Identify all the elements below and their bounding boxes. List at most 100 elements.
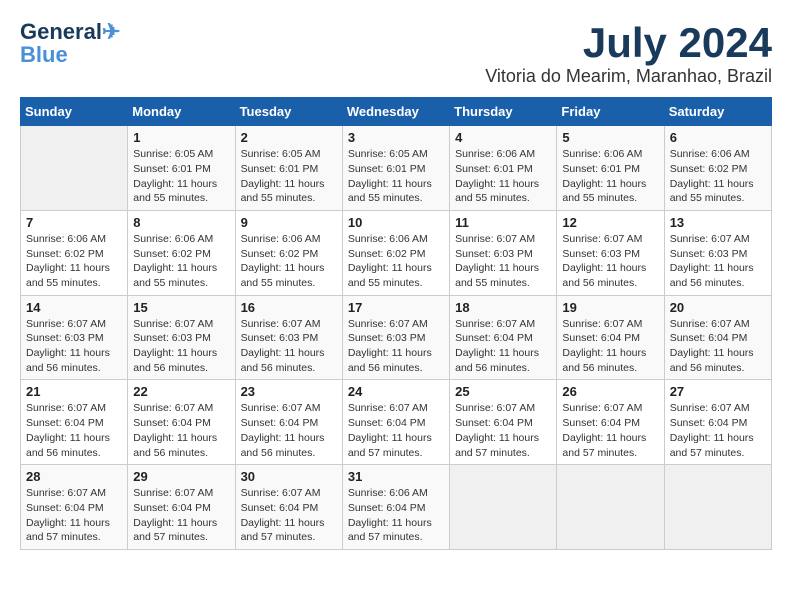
day-number: 27 <box>670 384 766 399</box>
day-number: 6 <box>670 130 766 145</box>
day-info: Sunrise: 6:07 AM Sunset: 6:03 PM Dayligh… <box>241 317 337 376</box>
day-info: Sunrise: 6:06 AM Sunset: 6:02 PM Dayligh… <box>670 147 766 206</box>
day-info: Sunrise: 6:06 AM Sunset: 6:02 PM Dayligh… <box>241 232 337 291</box>
calendar-cell: 10Sunrise: 6:06 AM Sunset: 6:02 PM Dayli… <box>342 210 449 295</box>
day-number: 16 <box>241 300 337 315</box>
day-number: 3 <box>348 130 444 145</box>
day-number: 31 <box>348 469 444 484</box>
calendar-cell: 9 Sunrise: 6:06 AM Sunset: 6:02 PM Daylig… <box>235 210 342 295</box>
day-number: 23 <box>241 384 337 399</box>
day-number: 13 <box>670 215 766 230</box>
calendar-cell: 2 Sunrise: 6:05 AM Sunset: 6:01 PM Daylig… <box>235 126 342 211</box>
day-number: 19 <box>562 300 658 315</box>
calendar-cell: 1 Sunrise: 6:05 AM Sunset: 6:01 PM Daylig… <box>128 126 235 211</box>
page-header: General✈ Blue July 2024 Vitoria do Meari… <box>20 20 772 87</box>
day-number: 28 <box>26 469 122 484</box>
calendar-cell: 8 Sunrise: 6:06 AM Sunset: 6:02 PM Daylig… <box>128 210 235 295</box>
header-tuesday: Tuesday <box>235 98 342 126</box>
day-info: Sunrise: 6:07 AM Sunset: 6:03 PM Dayligh… <box>670 232 766 291</box>
day-info: Sunrise: 6:07 AM Sunset: 6:04 PM Dayligh… <box>26 486 122 545</box>
calendar-week-1: 1 Sunrise: 6:05 AM Sunset: 6:01 PM Daylig… <box>21 126 772 211</box>
day-info: Sunrise: 6:07 AM Sunset: 6:04 PM Dayligh… <box>26 401 122 460</box>
calendar-cell: 28 Sunrise: 6:07 AM Sunset: 6:04 PM Dayli… <box>21 465 128 550</box>
day-info: Sunrise: 6:07 AM Sunset: 6:04 PM Dayligh… <box>670 401 766 460</box>
calendar-cell: 27 Sunrise: 6:07 AM Sunset: 6:04 PM Dayli… <box>664 380 771 465</box>
day-number: 21 <box>26 384 122 399</box>
calendar-cell: 3 Sunrise: 6:05 AM Sunset: 6:01 PM Daylig… <box>342 126 449 211</box>
calendar-cell <box>21 126 128 211</box>
day-number: 20 <box>670 300 766 315</box>
day-number: 1 <box>133 130 229 145</box>
calendar-cell: 22 Sunrise: 6:07 AM Sunset: 6:04 PM Dayli… <box>128 380 235 465</box>
calendar-table: SundayMondayTuesdayWednesdayThursdayFrid… <box>20 97 772 550</box>
day-info: Sunrise: 6:07 AM Sunset: 6:04 PM Dayligh… <box>455 317 551 376</box>
day-number: 25 <box>455 384 551 399</box>
day-info: Sunrise: 6:07 AM Sunset: 6:04 PM Dayligh… <box>348 401 444 460</box>
calendar-cell: 21 Sunrise: 6:07 AM Sunset: 6:04 PM Dayli… <box>21 380 128 465</box>
calendar-cell: 30 Sunrise: 6:07 AM Sunset: 6:04 PM Dayli… <box>235 465 342 550</box>
calendar-cell: 20Sunrise: 6:07 AM Sunset: 6:04 PM Dayli… <box>664 295 771 380</box>
day-number: 2 <box>241 130 337 145</box>
calendar-cell: 29Sunrise: 6:07 AM Sunset: 6:04 PM Dayli… <box>128 465 235 550</box>
calendar-cell <box>450 465 557 550</box>
header-wednesday: Wednesday <box>342 98 449 126</box>
calendar-cell: 15 Sunrise: 6:07 AM Sunset: 6:03 PM Dayli… <box>128 295 235 380</box>
day-info: Sunrise: 6:07 AM Sunset: 6:04 PM Dayligh… <box>133 486 229 545</box>
calendar-cell: 6 Sunrise: 6:06 AM Sunset: 6:02 PM Daylig… <box>664 126 771 211</box>
day-info: Sunrise: 6:07 AM Sunset: 6:03 PM Dayligh… <box>133 317 229 376</box>
day-number: 22 <box>133 384 229 399</box>
calendar-week-5: 28 Sunrise: 6:07 AM Sunset: 6:04 PM Dayli… <box>21 465 772 550</box>
calendar-week-2: 7 Sunrise: 6:06 AM Sunset: 6:02 PM Daylig… <box>21 210 772 295</box>
day-number: 11 <box>455 215 551 230</box>
day-info: Sunrise: 6:05 AM Sunset: 6:01 PM Dayligh… <box>133 147 229 206</box>
calendar-cell: 11 Sunrise: 6:07 AM Sunset: 6:03 PM Dayli… <box>450 210 557 295</box>
calendar-cell: 4Sunrise: 6:06 AM Sunset: 6:01 PM Daylig… <box>450 126 557 211</box>
day-info: Sunrise: 6:06 AM Sunset: 6:02 PM Dayligh… <box>133 232 229 291</box>
day-number: 8 <box>133 215 229 230</box>
day-number: 7 <box>26 215 122 230</box>
calendar-week-4: 21 Sunrise: 6:07 AM Sunset: 6:04 PM Dayli… <box>21 380 772 465</box>
header-sunday: Sunday <box>21 98 128 126</box>
calendar-cell <box>664 465 771 550</box>
calendar-cell: 18 Sunrise: 6:07 AM Sunset: 6:04 PM Dayli… <box>450 295 557 380</box>
day-number: 12 <box>562 215 658 230</box>
day-info: Sunrise: 6:06 AM Sunset: 6:02 PM Dayligh… <box>348 232 444 291</box>
header-row: SundayMondayTuesdayWednesdayThursdayFrid… <box>21 98 772 126</box>
day-info: Sunrise: 6:07 AM Sunset: 6:04 PM Dayligh… <box>241 401 337 460</box>
day-info: Sunrise: 6:07 AM Sunset: 6:04 PM Dayligh… <box>133 401 229 460</box>
day-number: 9 <box>241 215 337 230</box>
calendar-cell: 12Sunrise: 6:07 AM Sunset: 6:03 PM Dayli… <box>557 210 664 295</box>
calendar-cell: 24 Sunrise: 6:07 AM Sunset: 6:04 PM Dayli… <box>342 380 449 465</box>
day-number: 30 <box>241 469 337 484</box>
calendar-cell: 14Sunrise: 6:07 AM Sunset: 6:03 PM Dayli… <box>21 295 128 380</box>
day-number: 24 <box>348 384 444 399</box>
calendar-cell: 31 Sunrise: 6:06 AM Sunset: 6:04 PM Dayli… <box>342 465 449 550</box>
day-info: Sunrise: 6:06 AM Sunset: 6:01 PM Dayligh… <box>562 147 658 206</box>
logo-text: General✈ <box>20 20 120 44</box>
day-number: 15 <box>133 300 229 315</box>
calendar-cell: 16 Sunrise: 6:07 AM Sunset: 6:03 PM Dayli… <box>235 295 342 380</box>
calendar-cell: 13 Sunrise: 6:07 AM Sunset: 6:03 PM Dayli… <box>664 210 771 295</box>
day-info: Sunrise: 6:05 AM Sunset: 6:01 PM Dayligh… <box>241 147 337 206</box>
header-monday: Monday <box>128 98 235 126</box>
calendar-cell: 26Sunrise: 6:07 AM Sunset: 6:04 PM Dayli… <box>557 380 664 465</box>
day-info: Sunrise: 6:07 AM Sunset: 6:03 PM Dayligh… <box>348 317 444 376</box>
calendar-cell: 19 Sunrise: 6:07 AM Sunset: 6:04 PM Dayli… <box>557 295 664 380</box>
month-title: July 2024 <box>485 20 772 66</box>
day-number: 5 <box>562 130 658 145</box>
calendar-cell: 23 Sunrise: 6:07 AM Sunset: 6:04 PM Dayli… <box>235 380 342 465</box>
day-info: Sunrise: 6:07 AM Sunset: 6:04 PM Dayligh… <box>562 317 658 376</box>
day-number: 14 <box>26 300 122 315</box>
day-info: Sunrise: 6:05 AM Sunset: 6:01 PM Dayligh… <box>348 147 444 206</box>
day-number: 18 <box>455 300 551 315</box>
day-info: Sunrise: 6:07 AM Sunset: 6:03 PM Dayligh… <box>455 232 551 291</box>
day-info: Sunrise: 6:07 AM Sunset: 6:04 PM Dayligh… <box>455 401 551 460</box>
calendar-cell: 17Sunrise: 6:07 AM Sunset: 6:03 PM Dayli… <box>342 295 449 380</box>
calendar-cell: 7Sunrise: 6:06 AM Sunset: 6:02 PM Daylig… <box>21 210 128 295</box>
calendar-cell: 25 Sunrise: 6:07 AM Sunset: 6:04 PM Dayli… <box>450 380 557 465</box>
logo-blue: Blue <box>20 44 68 66</box>
day-info: Sunrise: 6:07 AM Sunset: 6:04 PM Dayligh… <box>241 486 337 545</box>
day-info: Sunrise: 6:06 AM Sunset: 6:01 PM Dayligh… <box>455 147 551 206</box>
day-info: Sunrise: 6:06 AM Sunset: 6:04 PM Dayligh… <box>348 486 444 545</box>
calendar-cell <box>557 465 664 550</box>
